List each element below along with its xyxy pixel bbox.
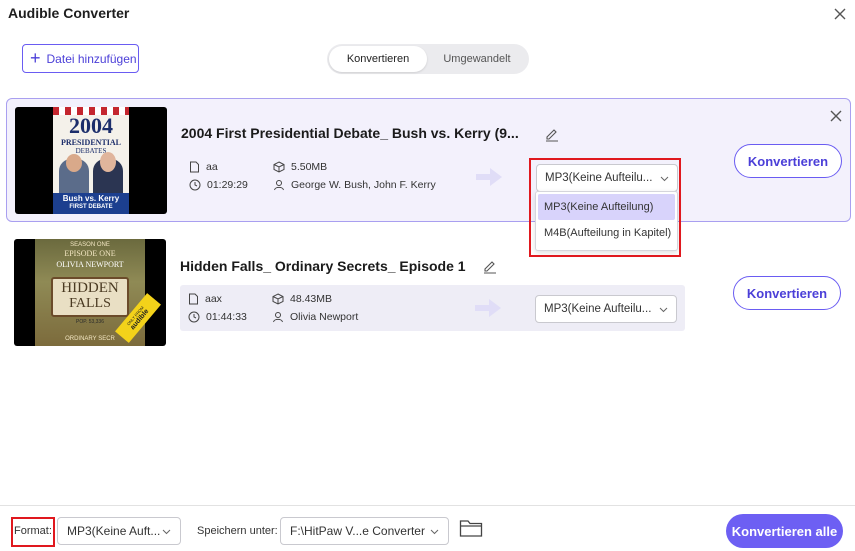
file-size-info: 48.43MB bbox=[272, 293, 332, 305]
save-path-value: F:\HitPaw V...e Converter bbox=[290, 524, 425, 538]
file-size-info: 5.50MB bbox=[273, 161, 327, 173]
file-duration: 01:29:29 bbox=[207, 179, 248, 191]
output-format-value: MP3(Keine Aufteilu... bbox=[545, 172, 653, 184]
file-icon bbox=[189, 293, 198, 305]
window-title: Audible Converter bbox=[8, 5, 130, 21]
audible-converter-window: Audible Converter + Datei hinzufügen Kon… bbox=[0, 0, 855, 551]
file-format-info: aax bbox=[188, 293, 222, 305]
file-duration-info: 01:29:29 bbox=[189, 179, 248, 191]
clock-icon bbox=[188, 311, 200, 323]
file-duration-info: 01:44:33 bbox=[188, 311, 247, 323]
convert-all-button[interactable]: Konvertieren alle bbox=[726, 514, 843, 548]
tab-umgewandelt[interactable]: Umgewandelt bbox=[427, 46, 527, 72]
tab-konvertieren[interactable]: Konvertieren bbox=[329, 46, 427, 72]
format-label: Format: bbox=[14, 525, 52, 537]
dropdown-option-mp3[interactable]: MP3(Keine Aufteilung) bbox=[538, 194, 675, 220]
cover-image-debate: 2004 PRESIDENTIAL DEBATES Bush vs. Kerry… bbox=[15, 107, 167, 214]
global-format-select[interactable]: MP3(Keine Auft... bbox=[57, 517, 181, 545]
cover-top2: EPISODE ONE bbox=[64, 249, 116, 258]
chevron-down-icon bbox=[659, 307, 668, 313]
cover-author: OLIVIA NEWPORT bbox=[56, 260, 124, 269]
user-icon bbox=[273, 312, 283, 323]
view-tabs: Konvertieren Umgewandelt bbox=[327, 44, 529, 74]
cover-caption2: FIRST DEBATE bbox=[69, 204, 113, 210]
file-authors-info: George W. Bush, John F. Kerry bbox=[273, 179, 436, 191]
file-title: 2004 First Presidential Debate_ Bush vs.… bbox=[181, 125, 519, 141]
file-icon bbox=[190, 161, 199, 173]
convert-button[interactable]: Konvertieren bbox=[733, 276, 841, 310]
chevron-down-icon bbox=[162, 529, 171, 535]
output-format-select[interactable]: MP3(Keine Aufteilu... bbox=[535, 295, 677, 323]
file-authors: Olivia Newport bbox=[290, 311, 359, 323]
file-format: aa bbox=[206, 161, 218, 173]
cover-line2: DEBATES bbox=[75, 147, 107, 155]
user-icon bbox=[274, 180, 284, 191]
chevron-down-icon bbox=[430, 529, 439, 535]
save-path-select[interactable]: F:\HitPaw V...e Converter bbox=[280, 517, 449, 545]
file-authors-info: Olivia Newport bbox=[272, 311, 358, 323]
file-authors: George W. Bush, John F. Kerry bbox=[291, 179, 436, 191]
output-format-select[interactable]: MP3(Keine Aufteilu... bbox=[536, 164, 678, 192]
cover-image-hidden-falls: SEASON ONE EPISODE ONE OLIVIA NEWPORT HI… bbox=[14, 239, 166, 346]
file-duration: 01:44:33 bbox=[206, 311, 247, 323]
cover-line1: PRESIDENTIAL bbox=[60, 138, 121, 147]
plus-icon: + bbox=[30, 47, 41, 68]
add-file-label: Datei hinzufügen bbox=[46, 51, 137, 66]
add-file-button[interactable]: + Datei hinzufügen bbox=[22, 44, 139, 73]
file-format: aax bbox=[205, 293, 222, 305]
save-location-label: Speichern unter: bbox=[197, 525, 278, 537]
dropdown-option-m4b[interactable]: M4B(Aufteilung in Kapitel) bbox=[538, 220, 675, 246]
remove-file-close-icon[interactable] bbox=[827, 107, 845, 125]
convert-button[interactable]: Konvertieren bbox=[734, 144, 842, 178]
cover-top1: SEASON ONE bbox=[70, 242, 110, 248]
chevron-down-icon bbox=[660, 176, 669, 182]
arrow-right-icon bbox=[476, 168, 502, 186]
arrow-right-icon bbox=[475, 299, 501, 317]
file-card-2: SEASON ONE EPISODE ONE OLIVIA NEWPORT HI… bbox=[6, 231, 851, 355]
file-card-1: 2004 PRESIDENTIAL DEBATES Bush vs. Kerry… bbox=[6, 98, 851, 222]
folder-icon[interactable] bbox=[459, 518, 483, 538]
file-size: 5.50MB bbox=[291, 161, 328, 173]
output-format-dropdown: MP3(Keine Aufteilung) M4B(Aufteilung in … bbox=[535, 191, 678, 251]
cover-year: 2004 bbox=[69, 113, 113, 138]
clock-icon bbox=[189, 179, 201, 191]
edit-icon[interactable] bbox=[482, 259, 498, 275]
file-title: Hidden Falls_ Ordinary Secrets_ Episode … bbox=[180, 258, 466, 274]
cover-caption1: Bush vs. Kerry bbox=[62, 194, 120, 203]
global-format-value: MP3(Keine Auft... bbox=[67, 524, 161, 538]
box-icon bbox=[273, 161, 285, 173]
cover-title2: FALLS bbox=[69, 296, 111, 311]
cover-title1: HIDDEN bbox=[61, 280, 119, 296]
file-format-info: aa bbox=[189, 161, 218, 173]
edit-icon[interactable] bbox=[544, 127, 560, 143]
output-format-value: MP3(Keine Aufteilu... bbox=[544, 303, 652, 315]
window-close-icon[interactable] bbox=[830, 4, 850, 24]
file-size: 48.43MB bbox=[290, 293, 333, 305]
box-icon bbox=[272, 293, 284, 305]
